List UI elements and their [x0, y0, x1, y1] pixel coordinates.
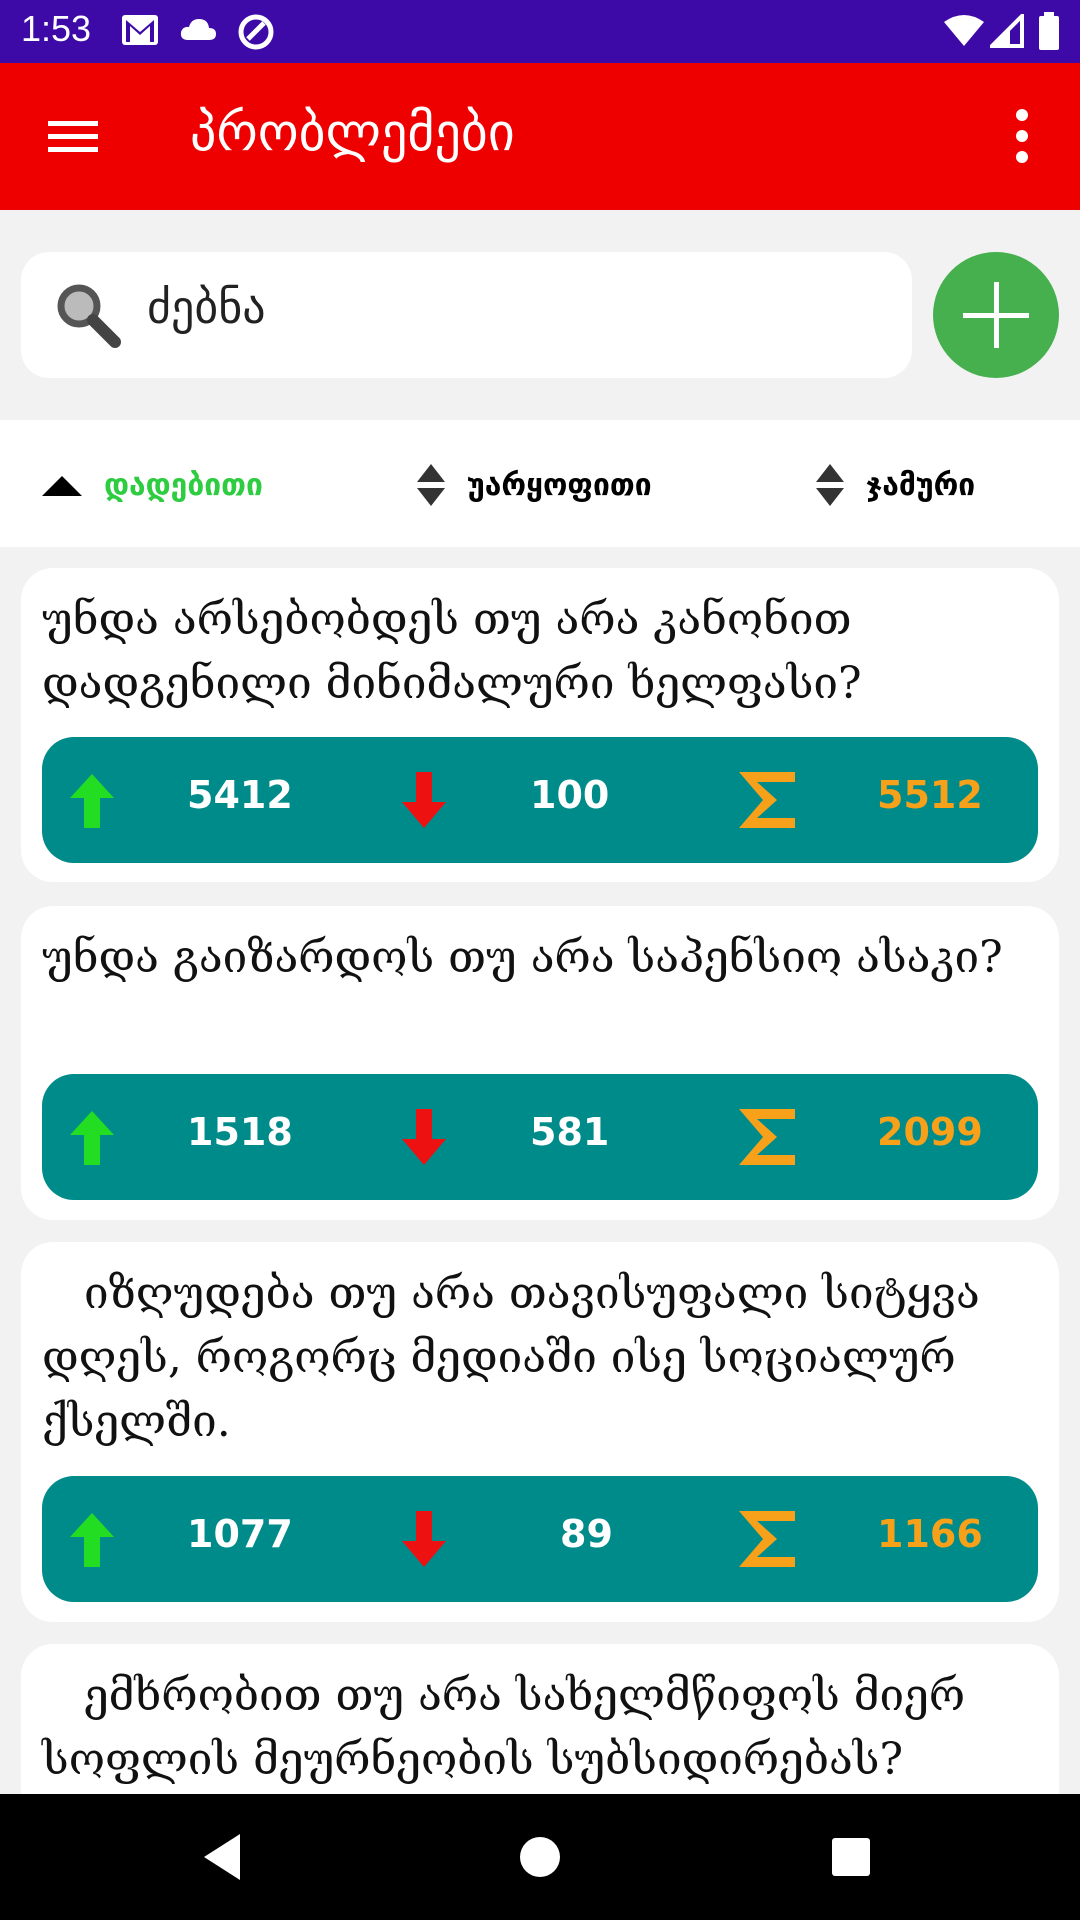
status-time: 1:53	[21, 8, 92, 49]
search-input[interactable]: ძებნა	[147, 280, 266, 334]
home-icon[interactable]	[507, 1824, 573, 1890]
sort-positive-label: დადებითი	[104, 467, 263, 503]
menu-icon[interactable]	[30, 101, 115, 171]
sort-total[interactable]: ჯამური	[814, 460, 975, 510]
problem-title: უნდა გაიზარდოს თუ არა საპენსიო ასაკი?	[42, 932, 1003, 983]
upvote-count: 5412	[187, 773, 293, 817]
problem-title: ემხრობით თუ არა სახელმწიფოს მიერ სოფლის …	[42, 1670, 980, 1785]
plus-icon	[963, 282, 1029, 348]
vote-stats: 1077 89 1166	[42, 1476, 1038, 1602]
sort-both-icon	[816, 464, 844, 506]
vote-stats: 1518 581 2099	[42, 1074, 1038, 1200]
status-bar: 1:53	[0, 0, 1080, 63]
wifi-icon	[944, 15, 984, 46]
problem-card[interactable]: უნდა არსებობდეს თუ არა კანონით დადგენილი…	[21, 568, 1059, 882]
problem-card[interactable]: იზღუდება თუ არა თავისუფალი სიტყვა დღეს, …	[21, 1242, 1059, 1622]
total-count: 1166	[877, 1512, 983, 1556]
back-icon[interactable]	[192, 1824, 258, 1890]
sort-both-icon	[417, 464, 445, 506]
downvote-count: 100	[530, 773, 610, 817]
battery-icon	[1039, 12, 1059, 50]
vote-stats: 5412 100 5512	[42, 737, 1038, 863]
sync-icon	[238, 14, 274, 50]
signal-icon	[990, 14, 1024, 48]
search-icon	[57, 284, 121, 348]
upvote-count: 1077	[187, 1512, 293, 1556]
cloud-icon	[180, 19, 216, 40]
downvote-icon[interactable]	[394, 1107, 454, 1167]
sort-ascending-icon	[42, 476, 82, 496]
sort-bar: დადებითი უარყოფითი ჯამური	[0, 420, 1080, 547]
problem-title: უნდა არსებობდეს თუ არა კანონით დადგენილი…	[42, 594, 862, 709]
add-button[interactable]	[933, 252, 1059, 378]
downvote-count: 581	[530, 1110, 610, 1154]
app-bar: პრობლემები	[0, 63, 1080, 210]
gmail-icon	[122, 15, 158, 45]
upvote-icon[interactable]	[62, 1509, 122, 1569]
recents-icon[interactable]	[818, 1824, 884, 1890]
total-count: 2099	[877, 1110, 983, 1154]
downvote-icon[interactable]	[394, 1509, 454, 1569]
upvote-icon[interactable]	[62, 770, 122, 830]
problem-title: იზღუდება თუ არა თავისუფალი სიტყვა დღეს, …	[42, 1268, 994, 1447]
sum-icon	[739, 772, 795, 828]
downvote-icon[interactable]	[394, 770, 454, 830]
upvote-icon[interactable]	[62, 1107, 122, 1167]
sort-negative-label: უარყოფითი	[467, 467, 652, 503]
upvote-count: 1518	[187, 1110, 293, 1154]
sum-icon	[739, 1109, 795, 1165]
sort-total-label: ჯამური	[866, 467, 976, 503]
sort-positive[interactable]: დადებითი	[40, 460, 263, 510]
page-title: პრობლემები	[190, 103, 515, 163]
total-count: 5512	[877, 773, 983, 817]
problem-card[interactable]: უნდა გაიზარდოს თუ არა საპენსიო ასაკი? 15…	[21, 906, 1059, 1220]
sum-icon	[739, 1511, 795, 1567]
sort-negative[interactable]: უარყოფითი	[415, 460, 652, 510]
navigation-bar	[0, 1794, 1080, 1920]
search-box[interactable]: ძებნა	[21, 252, 912, 378]
more-options-icon[interactable]	[990, 101, 1050, 171]
downvote-count: 89	[560, 1512, 613, 1556]
